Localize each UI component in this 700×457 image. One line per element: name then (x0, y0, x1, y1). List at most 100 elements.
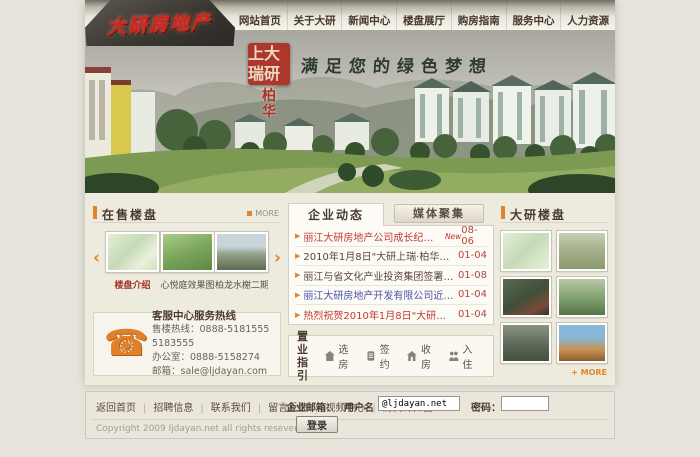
nav-item-hr[interactable]: 人力资源 (560, 0, 615, 30)
carousel-caption[interactable]: 柏龙水榭二期.. (215, 278, 268, 291)
house-key-icon (406, 349, 418, 363)
news-title[interactable]: 丽江大研房地产开发有限公司近年来商品房开发... (303, 287, 453, 302)
sidebar-right: 大研楼盘 + MORE (501, 203, 607, 377)
project-thumbnail[interactable] (501, 231, 551, 271)
service-hotline: 售楼热线：0888-5181555 5183555 (152, 323, 274, 351)
tab-media-focus[interactable]: 媒体聚集 (394, 204, 484, 223)
project-seal: 上大 瑞研 柏华 (247, 43, 291, 120)
nav-item-news[interactable]: 新闻中心 (341, 0, 396, 30)
seal-subtitle: 柏华 (260, 88, 278, 120)
arrow-bullet-icon: ▶ (295, 271, 300, 279)
purchase-guide-box: 置业 指引 选房 签约 收房 入住 (288, 335, 494, 377)
property-carousel: ‹ › 楼盘介绍 心悦庭效果图 柏龙水榭二期.. (93, 232, 281, 302)
email-label: 企业邮箱： (286, 399, 336, 414)
site-logo[interactable]: 大研房地产 (85, 0, 235, 46)
new-badge: New (445, 232, 461, 241)
news-title[interactable]: 热烈祝贺2010年1月8日"大研上瑞•柏华"住... (303, 307, 453, 322)
news-item[interactable]: ▶ 丽江大研房地产公司成长纪实(视频) New 08-06 (295, 227, 487, 247)
news-item[interactable]: ▶ 丽江大研房地产开发有限公司近年来商品房开发... 01-04 (295, 286, 487, 306)
nav-item-about[interactable]: 关于大研 (287, 0, 342, 30)
property-thumbnail[interactable] (161, 232, 214, 272)
nav-item-guide[interactable]: 购房指南 (451, 0, 506, 30)
carousel-item[interactable]: 心悦庭效果图 (161, 232, 214, 291)
project-thumbnail[interactable] (501, 323, 551, 363)
people-icon (448, 349, 460, 363)
nav-item-service[interactable]: 服务中心 (506, 0, 561, 30)
carousel-item[interactable]: 楼盘介绍 (106, 232, 159, 291)
guide-step-sign[interactable]: 签约 (365, 341, 396, 371)
carousel-caption[interactable]: 楼盘介绍 (106, 278, 159, 291)
property-thumbnail[interactable] (106, 232, 159, 272)
carousel-caption[interactable]: 心悦庭效果图 (161, 278, 214, 291)
guide-step-receive[interactable]: 收房 (406, 341, 437, 371)
guide-step-label: 入住 (462, 341, 479, 371)
sale-section-title: 在售楼盘 (102, 206, 158, 223)
contract-icon (365, 349, 377, 363)
projects-section-title: 大研楼盘 (510, 206, 566, 223)
nav-item-projects[interactable]: 楼盘展厅 (396, 0, 451, 30)
tab-corporate-news[interactable]: 企业动态 (288, 203, 384, 226)
sale-section-header: 在售楼盘 MORE (93, 203, 281, 223)
carousel-prev-icon[interactable]: ‹ (93, 250, 100, 267)
footer-bar: 返回首页 招聘信息 联系我们 留言反馈 视频中心 房贷计算器 Copyright… (85, 391, 615, 439)
project-thumbnail[interactable] (557, 231, 607, 271)
guide-step-choose[interactable]: 选房 (324, 341, 355, 371)
project-thumbnail[interactable] (557, 277, 607, 317)
property-thumbnail[interactable] (215, 232, 268, 272)
news-date: 01-04 (458, 250, 487, 261)
hero-banner: 上大 瑞研 柏华 满足您的绿色梦想 (85, 30, 615, 193)
project-thumbnail[interactable] (557, 323, 607, 363)
news-item[interactable]: ▶ 2010年1月8日"大研上瑞·柏华"住宅小区项目.. 01-04 (295, 247, 487, 267)
projects-more-link[interactable]: + MORE (501, 368, 607, 377)
password-input[interactable] (501, 396, 549, 411)
news-date: 01-04 (458, 309, 487, 320)
arrow-bullet-icon: ▶ (295, 311, 300, 319)
news-title[interactable]: 丽江与省文化产业投资集团签署项目合作协议 (303, 268, 453, 283)
guide-title-line2: 指引 (297, 356, 316, 382)
arrow-bullet-icon: ▶ (295, 291, 300, 299)
username-input[interactable] (378, 396, 460, 411)
carousel-next-icon[interactable]: › (274, 250, 281, 267)
house-icon (324, 349, 336, 363)
login-button[interactable]: 登录 (296, 416, 338, 433)
service-title: 客服中心服务热线 (152, 309, 274, 323)
telephone-icon: ☎ (100, 318, 152, 370)
carousel-item[interactable]: 柏龙水榭二期.. (215, 232, 268, 291)
news-title[interactable]: 丽江大研房地产公司成长纪实(视频) (303, 229, 443, 244)
nav-item-home[interactable]: 网站首页 (233, 0, 287, 30)
projects-grid (501, 231, 607, 363)
guide-step-label: 签约 (380, 341, 397, 371)
guide-step-movein[interactable]: 入住 (448, 341, 479, 371)
mail-login-form: 企业邮箱： 用户名 密码： 登录 (86, 392, 614, 438)
news-title[interactable]: 2010年1月8日"大研上瑞·柏华"住宅小区项目.. (303, 248, 453, 263)
news-column: 企业动态 媒体聚集 ▶ 丽江大研房地产公司成长纪实(视频) New 08-06 … (288, 203, 494, 377)
seal-row-bottom: 瑞研 (248, 64, 290, 84)
service-email: 邮箱：sale@ljdayan.com (152, 365, 274, 379)
password-label: 密码： (471, 399, 501, 414)
project-thumbnail[interactable] (501, 277, 551, 317)
orange-bar-icon (93, 206, 97, 219)
news-item[interactable]: ▶ 热烈祝贺2010年1月8日"大研上瑞•柏华"住... 01-04 (295, 305, 487, 325)
news-date: 01-04 (458, 289, 487, 300)
arrow-bullet-icon: ▶ (295, 252, 300, 260)
guide-title-line1: 置业 (297, 330, 316, 356)
service-office: 办公室：0888-5158274 (152, 351, 274, 365)
guide-step-label: 收房 (421, 341, 438, 371)
sale-more-link[interactable]: MORE (247, 209, 279, 218)
main-content: 在售楼盘 MORE ‹ › 楼盘介绍 心悦庭效果图 (85, 193, 615, 385)
news-date: 01-08 (458, 270, 487, 281)
username-label: 用户名 (344, 399, 374, 414)
logo-text: 大研房地产 (107, 7, 213, 39)
news-date: 08-06 (461, 225, 487, 247)
hero-slogan: 满足您的绿色梦想 (300, 52, 494, 77)
orange-bar-icon (501, 206, 505, 219)
seal-stamp: 上大 瑞研 (248, 43, 290, 85)
news-item[interactable]: ▶ 丽江与省文化产业投资集团签署项目合作协议 01-08 (295, 266, 487, 286)
guide-step-label: 选房 (338, 341, 355, 371)
seal-row-top: 上大 (248, 44, 290, 64)
sidebar-left: 在售楼盘 MORE ‹ › 楼盘介绍 心悦庭效果图 (93, 203, 281, 376)
service-info: 客服中心服务热线 售楼热线：0888-5181555 5183555 办公室：0… (152, 309, 274, 379)
carousel-items: 楼盘介绍 心悦庭效果图 柏龙水榭二期.. (106, 232, 268, 291)
customer-service-box: ☎ 客服中心服务热线 售楼热线：0888-5181555 5183555 办公室… (93, 312, 281, 376)
site-container: 网站首页 关于大研 新闻中心 楼盘展厅 购房指南 服务中心 人力资源 大研房地产 (85, 0, 615, 385)
